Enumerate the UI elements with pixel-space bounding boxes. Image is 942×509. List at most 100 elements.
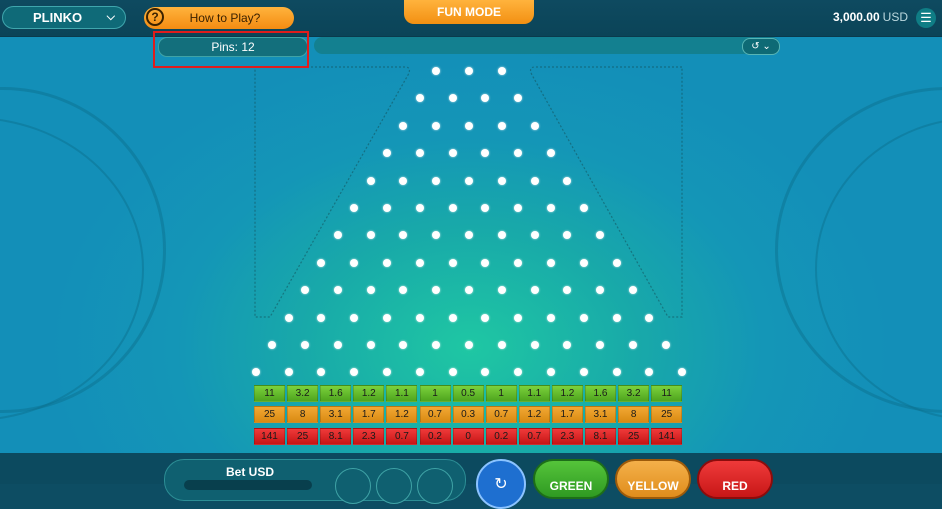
bet-amount-input[interactable]	[184, 480, 312, 490]
pin	[301, 341, 309, 349]
bet-decrease-button[interactable]	[335, 468, 371, 504]
pin	[612, 368, 621, 377]
pin	[415, 258, 424, 267]
pin	[465, 67, 473, 75]
red-multiplier-cell: 2.3	[353, 428, 385, 445]
pin	[514, 313, 523, 322]
pin	[448, 258, 457, 267]
pin	[448, 368, 457, 377]
red-multiplier-cell: 0.7	[386, 428, 418, 445]
bet-label: Bet USD	[226, 465, 275, 479]
bet-increase-button[interactable]	[417, 468, 453, 504]
pin	[530, 286, 539, 295]
pin	[432, 176, 441, 185]
pin	[497, 121, 506, 130]
balance-currency: USD	[882, 10, 908, 24]
bottom-bar	[0, 453, 942, 484]
hamburger-icon: ☰	[920, 10, 932, 25]
yellow-button[interactable]: YELLOW	[615, 459, 691, 499]
pin	[481, 313, 490, 322]
pin	[579, 204, 588, 212]
top-bar: PLINKO ⌵ ? How to Play? FUN MODE 3,000.0…	[0, 0, 942, 37]
pin	[415, 313, 424, 322]
how-to-play-button[interactable]: ? How to Play?	[144, 7, 294, 29]
highlight-box	[153, 31, 309, 68]
green-multiplier-cell: 1.1	[518, 385, 550, 402]
red-button[interactable]: RED	[697, 459, 773, 499]
pin	[333, 341, 342, 349]
pin	[366, 286, 375, 295]
red-multiplier-cell: 141	[651, 428, 683, 445]
red-multiplier-cell: 25	[287, 428, 319, 445]
game-select-dropdown[interactable]: PLINKO ⌵	[2, 6, 126, 29]
pin	[317, 313, 326, 322]
pin	[629, 341, 637, 349]
question-icon: ?	[146, 8, 164, 26]
red-multiplier-cell: 0.7	[518, 428, 550, 445]
pin	[350, 313, 359, 322]
pin	[415, 149, 424, 158]
pin	[645, 313, 654, 322]
pin	[284, 313, 293, 322]
pin	[448, 313, 457, 322]
pin	[530, 121, 539, 130]
pin	[530, 176, 539, 185]
how-to-play-label: How to Play?	[189, 11, 261, 25]
auto-play-button[interactable]: ↻	[476, 459, 526, 509]
yellow-multiplier-cell: 25	[651, 406, 683, 423]
pin	[415, 204, 424, 212]
yellow-multiplier-cell: 0.7	[419, 406, 451, 423]
balance-display: 3,000.00 USD	[833, 10, 908, 24]
pin	[465, 121, 473, 130]
pin	[366, 176, 375, 185]
balance-amount: 3,000.00	[832, 10, 880, 24]
history-button[interactable]: ↺ ⌄	[742, 38, 780, 55]
pin	[547, 313, 555, 322]
green-multiplier-cell: 1.2	[551, 385, 583, 402]
history-icon: ↺ ⌄	[751, 41, 771, 52]
chevron-down-icon: ⌵	[106, 11, 115, 23]
pin	[612, 258, 621, 267]
pin	[432, 121, 441, 130]
fun-mode-badge: FUN MODE	[404, 0, 534, 24]
red-multiplier-cell: 2.3	[551, 428, 583, 445]
bet-coins-button[interactable]	[376, 468, 412, 504]
green-multiplier-cell: 3.2	[618, 385, 650, 402]
pin	[497, 67, 506, 75]
green-multiplier-cell: 3.2	[287, 385, 319, 402]
pin	[497, 341, 506, 349]
pin	[612, 313, 621, 322]
pin	[284, 368, 293, 377]
green-multiplier-cell: 1.2	[353, 385, 385, 402]
pin	[383, 204, 391, 212]
pin	[547, 258, 555, 267]
refresh-icon: ↻	[494, 476, 508, 493]
history-bar	[314, 37, 780, 54]
red-multiplier-cell: 25	[618, 428, 650, 445]
pin	[661, 341, 670, 349]
green-button[interactable]: GREEN	[533, 459, 609, 499]
pin	[399, 176, 408, 185]
pin	[530, 231, 539, 240]
pin	[448, 94, 457, 103]
green-multiplier-cell: 1	[419, 385, 451, 402]
pin	[350, 258, 359, 267]
red-multiplier-cell: 8.1	[585, 428, 616, 445]
yellow-multiplier-cell: 0.3	[452, 406, 484, 423]
pin	[383, 258, 391, 267]
green-multiplier-cell: 1.1	[386, 385, 418, 402]
green-multiplier-cell: 11	[254, 385, 285, 402]
game-name: PLINKO	[33, 10, 83, 25]
pin	[448, 149, 457, 158]
yellow-multiplier-cell: 1.7	[353, 406, 385, 423]
pin	[579, 258, 588, 267]
green-multiplier-cell: 0.5	[452, 385, 484, 402]
green-multiplier-cell: 1	[485, 385, 517, 402]
yellow-multiplier-cell: 8	[287, 406, 319, 423]
pin	[514, 258, 523, 267]
yellow-multiplier-cell: 3.1	[320, 406, 352, 423]
pin	[448, 204, 457, 212]
pin	[579, 313, 588, 322]
menu-button[interactable]: ☰	[916, 8, 936, 28]
pin	[465, 176, 473, 185]
